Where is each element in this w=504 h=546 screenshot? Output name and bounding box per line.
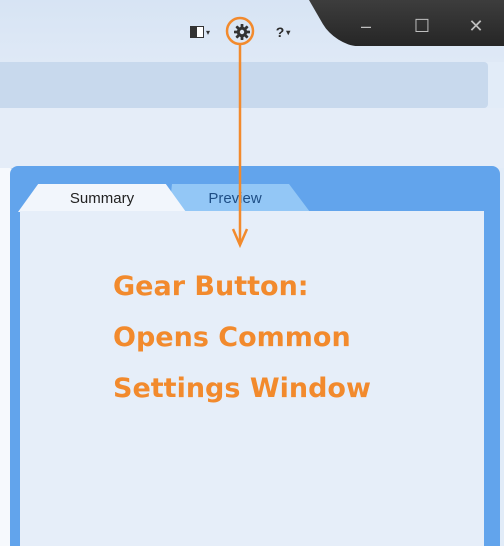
app-window: – ☐ ✕ ▾ ? ▾ Preview Summary Gear Button:…: [0, 0, 504, 546]
annotation-arrow: [225, 16, 255, 249]
highlight-circle: [225, 16, 255, 46]
